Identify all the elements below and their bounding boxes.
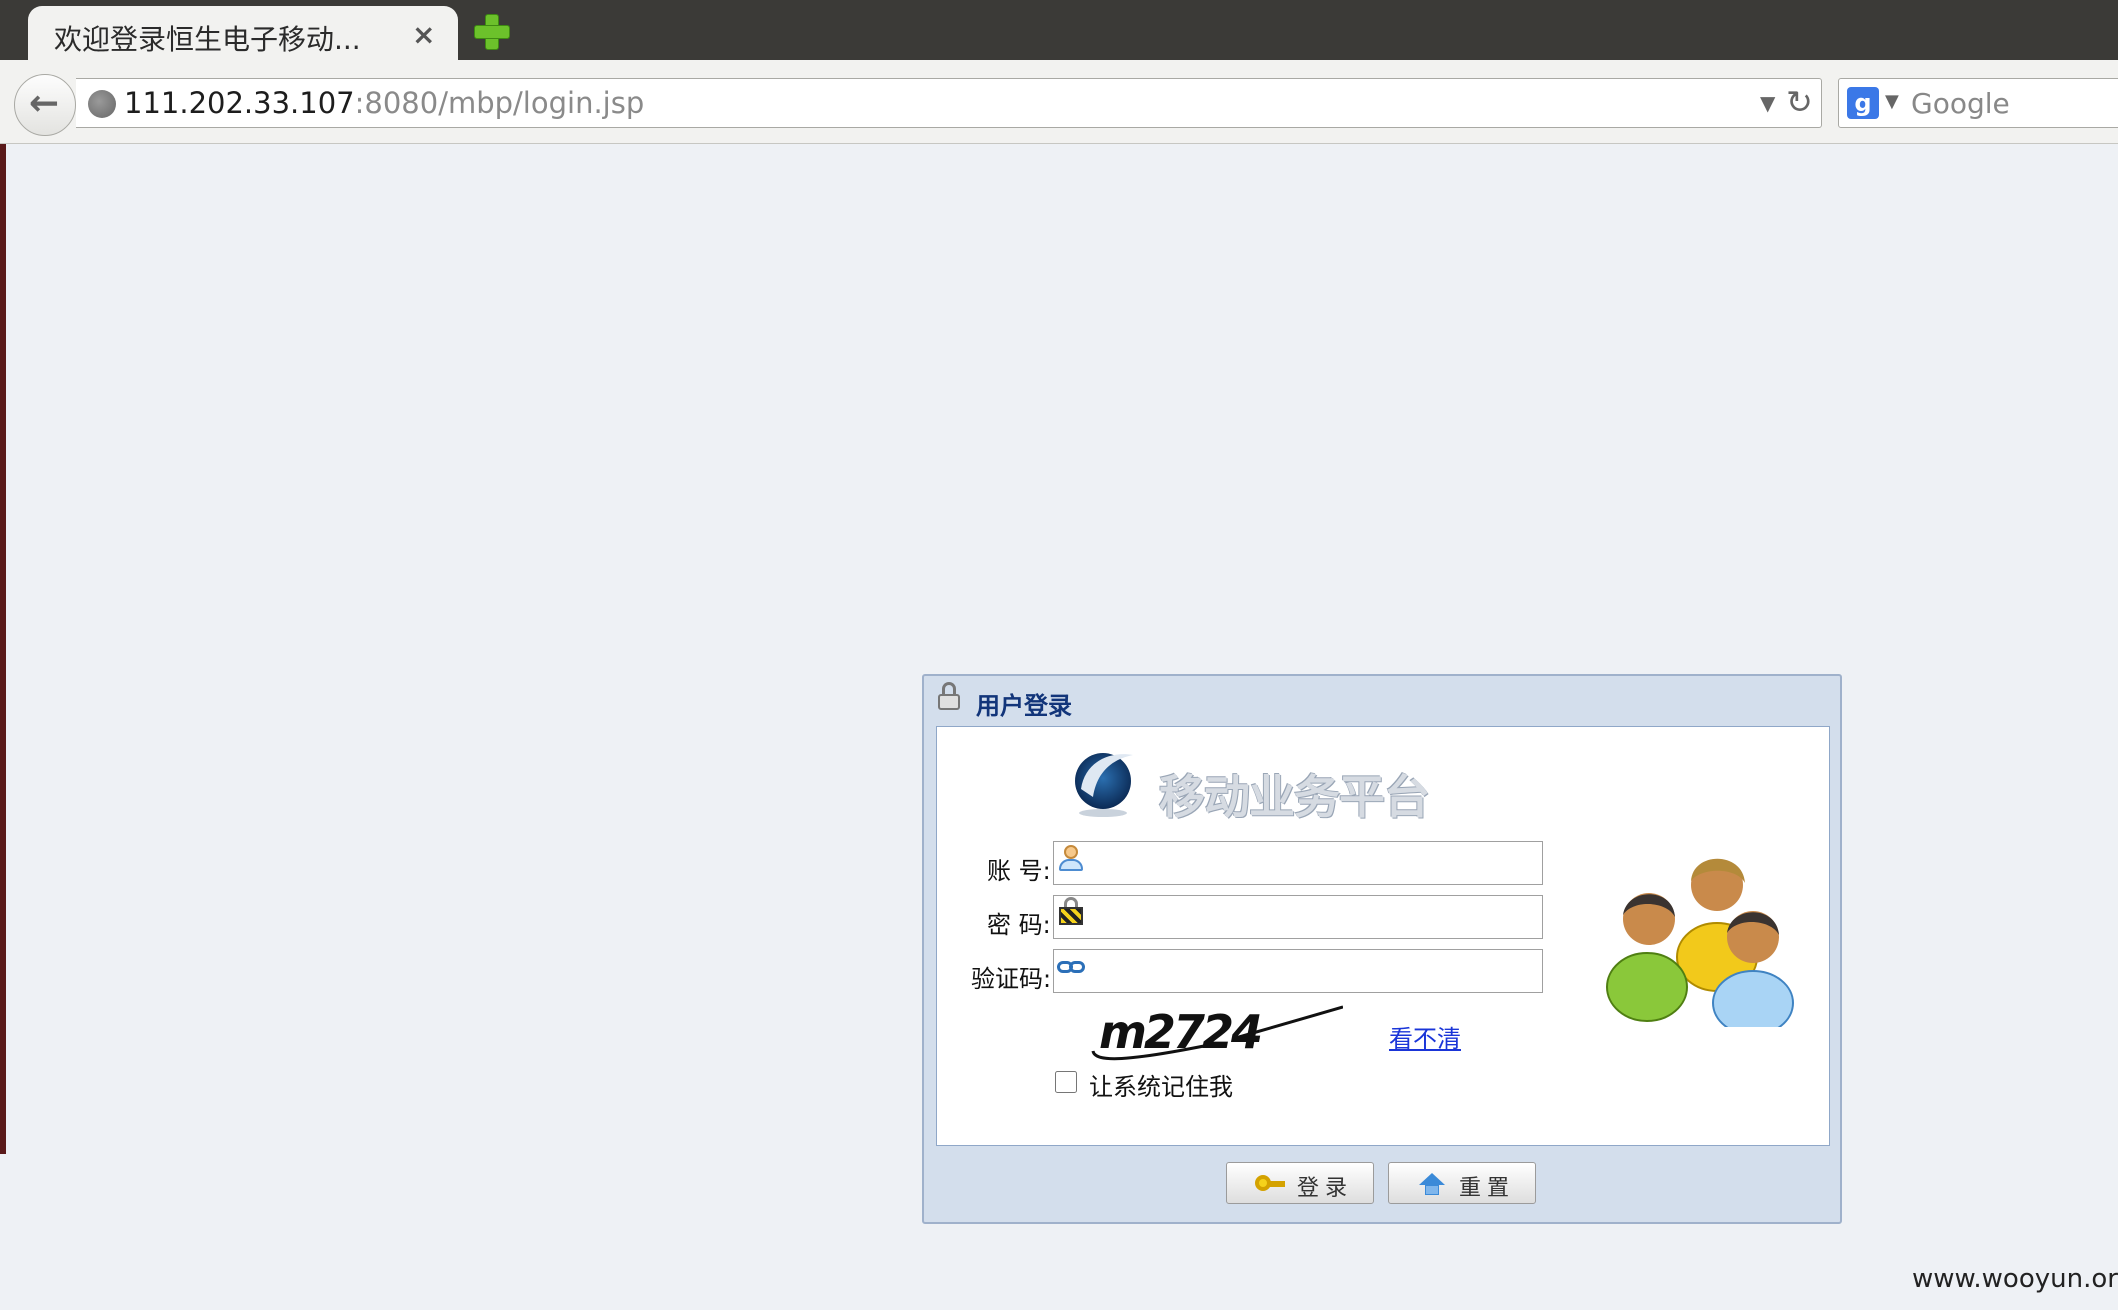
- captcha-input[interactable]: [1053, 949, 1543, 993]
- search-engine-dropdown-icon[interactable]: ▼: [1885, 91, 1899, 112]
- login-button[interactable]: 登录: [1226, 1162, 1374, 1204]
- url-text[interactable]: 111.202.33.107:8080/mbp/login.jsp: [124, 86, 644, 120]
- url-host: 111.202.33.107: [124, 86, 355, 120]
- brand-logo-icon: [1075, 753, 1133, 817]
- captcha-refresh-link[interactable]: 看不清: [1389, 1019, 1461, 1054]
- search-input[interactable]: [1911, 87, 2111, 119]
- remember-me-label: 让系统记住我: [1089, 1073, 1233, 1101]
- brand-name: 移动业务平台: [1159, 770, 1430, 824]
- close-tab-icon[interactable]: ×: [412, 18, 435, 51]
- user-icon: [1057, 843, 1085, 873]
- google-search-engine-icon[interactable]: g: [1847, 87, 1879, 119]
- watermark-text: www.wooyun.org: [1912, 1264, 2118, 1294]
- reset-button[interactable]: 重置: [1388, 1162, 1536, 1204]
- key-icon: [1255, 1173, 1285, 1195]
- up-arrow-icon: [1417, 1173, 1447, 1195]
- captcha-noise-lines: [1091, 1005, 1343, 1061]
- url-history-dropdown-icon[interactable]: ▼: [1760, 91, 1775, 115]
- tab-title: 欢迎登录恒生电子移动...: [54, 23, 361, 56]
- login-panel: 用户登录 移动业务平台 账 号: 密 码: 验证码: m2724 看不清 让系统…: [922, 674, 1842, 1224]
- navigation-toolbar: ← 111.202.33.107:8080/mbp/login.jsp ▼ ↻ …: [0, 60, 2118, 144]
- padlock-icon: [1057, 895, 1085, 925]
- password-input[interactable]: [1053, 895, 1543, 939]
- remember-me-checkbox[interactable]: [1055, 1071, 1077, 1093]
- new-tab-plus-icon[interactable]: [474, 14, 510, 50]
- captcha-image[interactable]: m2724: [1089, 1003, 1343, 1067]
- browser-tab[interactable]: 欢迎登录恒生电子移动... ×: [28, 6, 458, 62]
- tab-strip: 欢迎登录恒生电子移动... ×: [0, 0, 2118, 62]
- globe-icon: [88, 90, 116, 118]
- address-bar[interactable]: 111.202.33.107:8080/mbp/login.jsp ▼ ↻: [76, 78, 1822, 128]
- window-edge: [0, 144, 6, 1154]
- back-button[interactable]: ←: [14, 74, 76, 136]
- account-label: 账 号:: [987, 857, 1051, 885]
- search-bar[interactable]: g ▼: [1838, 78, 2118, 128]
- login-form: 移动业务平台 账 号: 密 码: 验证码: m2724 看不清 让系统记住我: [936, 726, 1830, 1146]
- lock-icon: [938, 682, 960, 710]
- panel-title: 用户登录: [976, 692, 1072, 720]
- password-label: 密 码:: [987, 911, 1051, 939]
- chain-link-icon: [1057, 953, 1085, 983]
- reload-icon[interactable]: ↻: [1786, 83, 1813, 121]
- back-arrow-icon: ←: [29, 83, 60, 124]
- url-path: :8080/mbp/login.jsp: [354, 86, 645, 120]
- captcha-label: 验证码:: [971, 965, 1052, 993]
- login-button-label: 登录: [1297, 1176, 1354, 1201]
- reset-button-label: 重置: [1459, 1176, 1516, 1201]
- user-group-icon: [1606, 858, 1794, 1027]
- account-input[interactable]: [1053, 841, 1543, 885]
